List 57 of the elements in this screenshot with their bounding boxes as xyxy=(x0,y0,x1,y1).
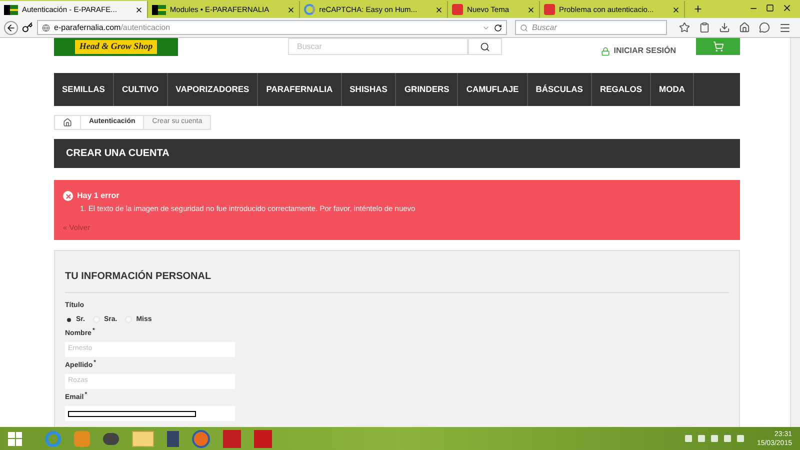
close-icon[interactable] xyxy=(435,6,444,14)
section-heading: TU INFORMACIÓN PERSONAL xyxy=(65,251,729,293)
nav-item[interactable]: MODA xyxy=(651,73,694,106)
close-icon[interactable] xyxy=(782,3,792,13)
cart-button[interactable] xyxy=(696,38,740,55)
nav-item[interactable]: REGALOS xyxy=(592,73,651,106)
nav-item[interactable]: SEMILLAS xyxy=(54,73,114,106)
home-icon xyxy=(63,118,72,127)
search-icon xyxy=(520,24,528,32)
reload-icon[interactable] xyxy=(494,24,502,32)
close-icon[interactable] xyxy=(527,6,536,14)
restore-icon[interactable] xyxy=(766,4,774,12)
app-icon[interactable] xyxy=(103,432,119,444)
bookmark-icon[interactable] xyxy=(679,22,690,33)
close-icon[interactable] xyxy=(134,6,143,14)
recaptcha-icon xyxy=(304,4,316,15)
flag-icon xyxy=(152,4,166,14)
clipboard-icon[interactable] xyxy=(699,22,710,33)
nav-item[interactable]: BÁSCULAS xyxy=(528,73,592,106)
flag-icon xyxy=(4,4,18,14)
site-icon xyxy=(452,4,464,15)
required-mark: * xyxy=(94,360,96,366)
cart-icon xyxy=(712,41,724,52)
key-icon[interactable] xyxy=(22,22,33,33)
nav-item[interactable]: VAPORIZADORES xyxy=(168,73,258,106)
error-title: Hay 1 error xyxy=(77,190,120,202)
logo-banner[interactable]: Head & Grow Shop xyxy=(54,38,178,56)
menu-icon[interactable] xyxy=(779,22,791,34)
breadcrumb-home[interactable] xyxy=(54,115,81,130)
site-icon xyxy=(544,4,556,15)
url-field[interactable]: e-parafernalia.com/autenticacion xyxy=(37,20,507,35)
globe-icon xyxy=(42,24,50,32)
search-icon xyxy=(480,42,490,52)
nav-item[interactable]: GRINDERS xyxy=(396,73,458,106)
nav-item[interactable]: SHISHAS xyxy=(342,73,396,106)
home-icon[interactable] xyxy=(739,22,750,33)
required-mark: * xyxy=(84,392,88,398)
text-field[interactable] xyxy=(65,406,235,421)
windows-icon[interactable] xyxy=(8,432,22,446)
download-icon[interactable] xyxy=(719,22,730,33)
page-title-bar: CREAR UNA CUENTA xyxy=(54,139,740,168)
close-icon[interactable] xyxy=(287,6,296,14)
required-mark: * xyxy=(92,328,95,334)
search-button[interactable] xyxy=(468,38,502,55)
chat-icon[interactable] xyxy=(759,22,770,33)
login-link[interactable]: INICIAR SESIÓN xyxy=(600,45,676,57)
nav-item[interactable]: CULTIVO xyxy=(114,73,168,106)
nav-item[interactable]: CAMUFLAJE xyxy=(458,73,528,106)
back-icon[interactable] xyxy=(4,20,18,34)
error-icon xyxy=(63,191,73,201)
close-icon[interactable] xyxy=(672,6,680,14)
search-field[interactable]: Buscar xyxy=(515,20,667,35)
nav-item[interactable]: PARAFERNALIA xyxy=(258,73,342,106)
new-tab-icon[interactable] xyxy=(692,4,703,14)
app-icon[interactable] xyxy=(167,430,179,446)
lock-icon xyxy=(600,46,610,56)
url-text: e-parafernalia.com/autenticacion xyxy=(54,22,170,34)
